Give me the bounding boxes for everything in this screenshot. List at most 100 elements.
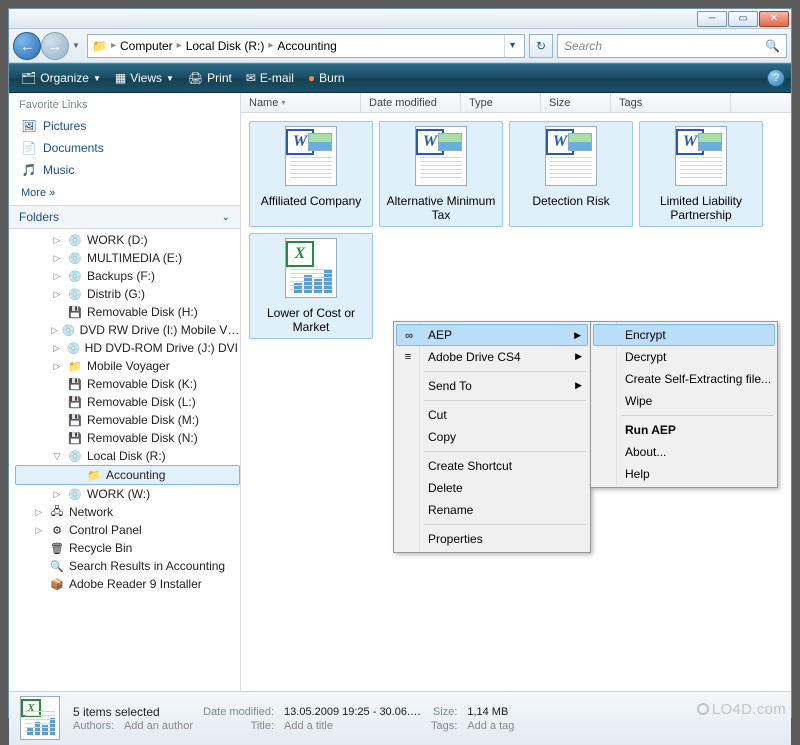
breadcrumb-separator[interactable]: ▸ [111, 40, 116, 51]
column-header[interactable]: Date modified [361, 93, 461, 112]
tree-item[interactable]: ▷📁Mobile Voyager [15, 357, 240, 375]
expand-icon[interactable]: ▷ [33, 507, 45, 518]
minimize-button[interactable]: ─ [697, 11, 727, 27]
expand-icon[interactable]: ▷ [51, 325, 58, 336]
expand-icon[interactable]: ▽ [51, 451, 63, 462]
menu-item[interactable]: Cut [396, 404, 588, 426]
file-list[interactable]: WAffiliated CompanyWAlternative Minimum … [241, 113, 791, 347]
menu-item[interactable]: Delete [396, 477, 588, 499]
menu-item[interactable]: ∞AEP▶ [396, 324, 588, 346]
tree-item[interactable]: ▷💿HD DVD-ROM Drive (J:) DVI [15, 339, 240, 357]
drive-icon: 💿 [67, 268, 83, 284]
tree-item[interactable]: ▷💿DVD RW Drive (I:) Mobile V… [15, 321, 240, 339]
menu-item-label: Adobe Drive CS4 [428, 350, 521, 364]
tree-item[interactable]: ▽💿Local Disk (R:) [15, 447, 240, 465]
menu-item[interactable]: About... [593, 441, 775, 463]
views-button[interactable]: ▦Views▼ [109, 68, 180, 88]
expand-icon[interactable]: ▷ [33, 525, 45, 536]
tree-item[interactable]: ▷💿Backups (F:) [15, 267, 240, 285]
nav-history-dropdown[interactable]: ▼ [69, 32, 83, 60]
tree-item[interactable]: 💾Removable Disk (H:) [15, 303, 240, 321]
back-button[interactable]: ← [13, 32, 41, 60]
tree-item[interactable]: ▷💿Distrib (G:) [15, 285, 240, 303]
close-button[interactable]: ✕ [759, 11, 789, 27]
menu-item[interactable]: Create Self-Extracting file... [593, 368, 775, 390]
email-button[interactable]: ✉E-mail [240, 68, 300, 88]
expand-icon[interactable]: ▷ [51, 271, 63, 282]
breadcrumb[interactable]: Computer [120, 39, 173, 53]
file-item[interactable]: XLower of Cost or Market [249, 233, 373, 339]
tree-item[interactable]: ▷💿WORK (D:) [15, 231, 240, 249]
breadcrumb-separator[interactable]: ▸ [177, 40, 182, 51]
file-name: Lower of Cost or Market [254, 306, 368, 334]
column-header[interactable]: Type [461, 93, 541, 112]
print-button[interactable]: 🖨Print [182, 68, 238, 88]
tree-item[interactable]: ▷💿MULTIMEDIA (E:) [15, 249, 240, 267]
expand-icon[interactable]: ▷ [51, 253, 63, 264]
drive-icon: 🖧 [49, 504, 65, 520]
menu-item[interactable]: Run AEP [593, 419, 775, 441]
menu-item-icon: ≡ [400, 349, 416, 365]
favorite-music[interactable]: 🎵Music [19, 159, 230, 181]
tree-item[interactable]: 💾Removable Disk (N:) [15, 429, 240, 447]
breadcrumb-separator[interactable]: ▸ [268, 40, 273, 51]
file-item[interactable]: WLimited Liability Partnership [639, 121, 763, 227]
favorite-documents[interactable]: 📄Documents [19, 137, 230, 159]
command-bar: 🗂Organize▼ ▦Views▼ 🖨Print ✉E-mail ●Burn … [9, 63, 791, 93]
context-submenu-aep[interactable]: EncryptDecryptCreate Self-Extracting fil… [590, 321, 778, 488]
maximize-button[interactable]: ▭ [728, 11, 758, 27]
tree-item[interactable]: ▷💿WORK (W:) [15, 485, 240, 503]
context-menu[interactable]: ∞AEP▶≡Adobe Drive CS4▶Send To▶CutCopyCre… [393, 321, 591, 553]
menu-item[interactable]: Properties [396, 528, 588, 550]
breadcrumb[interactable]: Local Disk (R:) [186, 39, 265, 53]
tree-item[interactable]: 📦Adobe Reader 9 Installer [15, 575, 240, 593]
favorite-pictures[interactable]: 🖼Pictures [19, 115, 230, 137]
expand-icon[interactable]: ▷ [51, 361, 63, 372]
burn-button[interactable]: ●Burn [302, 68, 351, 88]
tree-item[interactable]: 💾Removable Disk (M:) [15, 411, 240, 429]
column-header[interactable]: Size [541, 93, 611, 112]
favorites-more[interactable]: More » [19, 181, 230, 201]
forward-button[interactable]: → [41, 32, 69, 60]
column-header[interactable]: Tags [611, 93, 731, 112]
expand-icon[interactable]: ▷ [51, 235, 63, 246]
tree-item[interactable]: 🔍Search Results in Accounting [15, 557, 240, 575]
tree-item[interactable]: ▷🖧Network [15, 503, 240, 521]
menu-item[interactable]: Copy [396, 426, 588, 448]
refresh-button[interactable]: ↻ [529, 34, 553, 58]
breadcrumb[interactable]: Accounting [277, 39, 336, 53]
tree-item[interactable]: 🗑Recycle Bin [15, 539, 240, 557]
watermark: LO4D.com [697, 701, 786, 718]
organize-button[interactable]: 🗂Organize▼ [15, 68, 107, 88]
expand-icon[interactable]: ▷ [51, 489, 63, 500]
details-authors[interactable]: Add an author [124, 720, 193, 732]
tree-item[interactable]: 💾Removable Disk (L:) [15, 393, 240, 411]
menu-item[interactable]: Send To▶ [396, 375, 588, 397]
menu-item[interactable]: Decrypt [593, 346, 775, 368]
file-item[interactable]: WAffiliated Company [249, 121, 373, 227]
address-bar[interactable]: 📁 ▸ Computer ▸ Local Disk (R:) ▸ Account… [87, 34, 525, 58]
search-input[interactable]: Search 🔍 [557, 34, 787, 58]
menu-item[interactable]: Encrypt [593, 324, 775, 346]
menu-item[interactable]: Help [593, 463, 775, 485]
tree-item[interactable]: 📁Accounting [15, 465, 240, 485]
address-dropdown[interactable]: ▾ [504, 35, 520, 57]
menu-item[interactable]: ≡Adobe Drive CS4▶ [396, 346, 588, 368]
column-header[interactable]: Name▾ [241, 93, 361, 112]
expand-icon[interactable]: ▷ [51, 289, 63, 300]
file-item[interactable]: WDetection Risk [509, 121, 633, 227]
details-tags[interactable]: Add a tag [467, 720, 514, 732]
titlebar[interactable]: ─ ▭ ✕ [9, 9, 791, 29]
documents-icon: 📄 [21, 140, 37, 156]
help-button[interactable]: ? [767, 69, 785, 87]
menu-item[interactable]: Create Shortcut [396, 455, 588, 477]
expand-icon[interactable]: ▷ [51, 343, 62, 354]
tree-item[interactable]: 💾Removable Disk (K:) [15, 375, 240, 393]
menu-item[interactable]: Rename [396, 499, 588, 521]
menu-item[interactable]: Wipe [593, 390, 775, 412]
tree-item[interactable]: ▷⚙Control Panel [15, 521, 240, 539]
details-titlefield[interactable]: Add a title [284, 720, 421, 732]
details-tags-label: Tags: [431, 720, 457, 732]
folders-header[interactable]: Folders ⌄ [9, 205, 240, 229]
file-item[interactable]: WAlternative Minimum Tax [379, 121, 503, 227]
